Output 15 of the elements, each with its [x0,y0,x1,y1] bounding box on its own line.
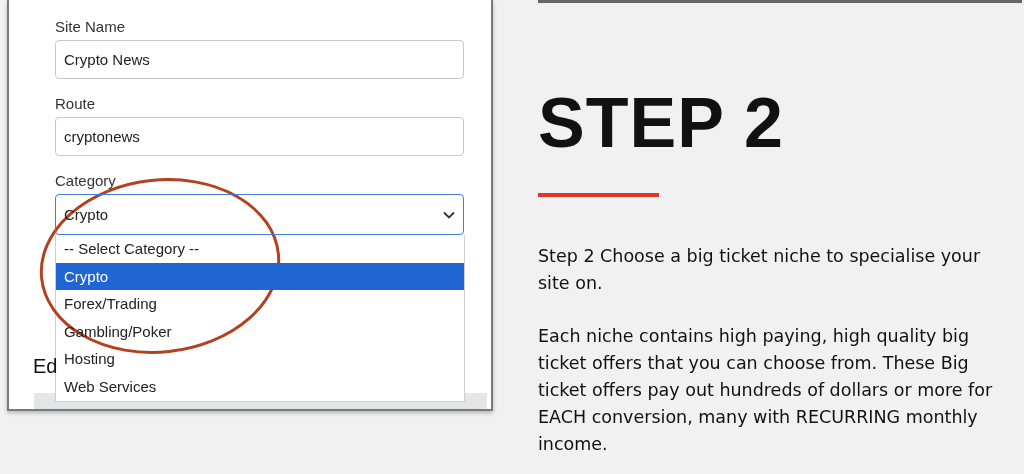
text-field[interactable]: Crypto News [55,40,464,79]
body-paragraph: Each niche contains high paying, high quality big ticket offers that you can choose from. These Big ticket offers pay out hundreds of dollars or more for EACH conversion, many with RECURRING monthly income. [538,325,994,456]
dropdown-option[interactable]: -- Select Category -- [56,235,464,263]
dropdown-option[interactable]: Hosting [56,345,464,373]
dropdown-option[interactable]: Web Services [56,372,464,400]
text-field[interactable]: cryptonews [55,117,464,156]
section-heading: Ed [33,355,58,378]
field-label: Category [55,172,117,189]
step-title: STEP 2 [538,83,785,163]
chevron-icon [443,210,455,219]
body-paragraph: Step 2 Choose a big ticket niche to specialise your site on. [538,245,982,295]
dropdown-option[interactable]: Crypto [56,262,464,290]
field-label: Route [55,95,97,112]
field-label: Site Name [55,18,127,35]
dropdown-option[interactable]: Forex/Trading [56,290,464,318]
